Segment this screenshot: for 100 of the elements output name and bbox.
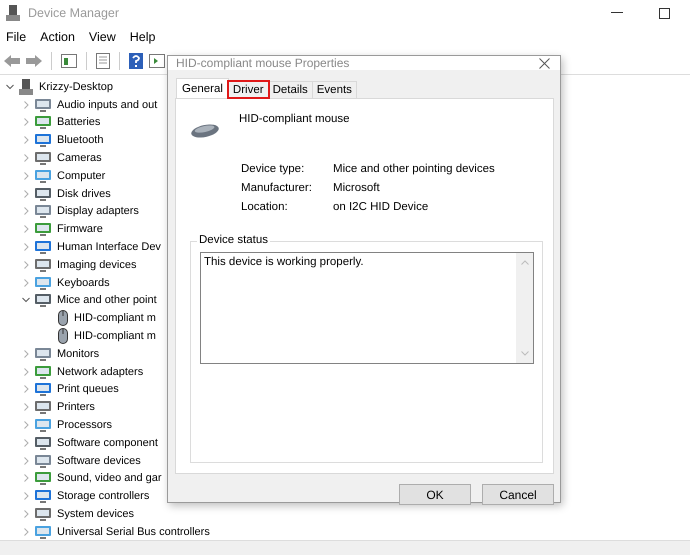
close-icon[interactable] [539,58,550,68]
device-icon [35,98,51,112]
tree-item[interactable]: Firmware [56,223,103,236]
device-icon [35,400,51,414]
device-icon [35,258,51,272]
device-icon [35,151,51,166]
expand-chevron-icon[interactable] [22,350,30,358]
expand-chevron-icon[interactable] [22,492,30,500]
computer-icon [19,78,33,95]
dialog-button[interactable]: OK [399,484,471,505]
expand-chevron-icon[interactable] [22,368,30,376]
expand-chevron-icon[interactable] [22,260,30,269]
device-name: HID-compliant mouse [239,113,350,125]
tree-item[interactable]: Audio inputs and out [56,98,158,111]
tree-item[interactable]: Keyboards [56,276,110,289]
expand-chevron-icon[interactable] [22,154,30,162]
panel-icon[interactable] [149,54,165,68]
computer-icon [6,5,20,21]
collapse-chevron-icon[interactable] [6,82,14,91]
tree-item[interactable]: Sound, video and gar [56,472,162,484]
tree-item[interactable]: Krizzy-Desktop [38,80,113,93]
expand-chevron-icon[interactable] [22,385,30,394]
field-label: Manufacturer: [241,182,313,194]
tree-item[interactable]: Human Interface Dev [56,241,161,254]
tree-item[interactable]: Cameras [56,152,102,164]
tree-item[interactable]: Display adapters [56,205,139,218]
tree-item[interactable]: Network adapters [56,366,144,378]
tab[interactable]: General [176,78,229,98]
dialog-button[interactable]: Cancel [482,484,554,505]
panel-icon[interactable] [61,54,77,68]
tree-item[interactable]: System devices [56,508,134,520]
expand-chevron-icon[interactable] [22,278,30,287]
expand-chevron-icon[interactable] [22,456,30,465]
device-icon [35,293,51,308]
device-icon [35,489,51,504]
device-icon [35,471,51,486]
device-icon [35,418,51,432]
scrollbar[interactable] [516,253,533,363]
tree-item[interactable]: HID-compliant m [73,330,156,342]
expand-chevron-icon[interactable] [22,510,30,518]
device-icon [35,382,51,396]
status-text: This device is working properly. [203,255,365,270]
field-value: Microsoft [333,182,380,194]
expand-chevron-icon[interactable] [22,403,30,412]
expand-chevron-icon[interactable] [22,172,30,180]
field-label: Device type: [241,163,306,175]
device-icon [35,168,51,183]
menu-item[interactable]: View [88,30,116,44]
tree-item[interactable]: Storage controllers [56,490,150,502]
tree-item[interactable]: Universal Serial Bus controllers [56,526,210,538]
maximize-icon[interactable] [659,8,670,18]
tree-item[interactable]: Computer [56,170,106,182]
expand-chevron-icon[interactable] [22,421,30,430]
tree-item[interactable]: Software devices [56,454,141,467]
device-icon [35,133,51,148]
expand-chevron-icon[interactable] [22,225,30,234]
back-arrow-icon[interactable] [4,54,20,68]
device-icon [35,454,51,468]
expand-chevron-icon[interactable] [22,207,30,216]
tab[interactable]: Events [312,81,357,98]
forward-arrow-icon[interactable] [26,54,42,68]
device-icon [35,115,51,130]
expand-chevron-icon[interactable] [22,136,30,144]
expand-chevron-icon[interactable] [22,474,30,482]
expand-chevron-icon[interactable] [22,243,30,252]
expand-chevron-icon[interactable] [22,100,30,109]
field-label: Location: [241,201,289,213]
tree-item[interactable]: Software component [56,436,158,449]
tree-item[interactable]: HID-compliant m [73,312,156,324]
scroll-down-icon[interactable] [520,351,528,356]
minimize-icon[interactable] [611,12,623,14]
field-value: on I2C HID Device [333,201,428,213]
field-value: Mice and other pointing devices [333,163,495,175]
tab[interactable]: Driver [228,81,269,98]
menu-item[interactable]: Action [40,30,75,44]
tree-item[interactable]: Mice and other point [56,294,157,306]
device-icon [35,436,51,450]
menu-item[interactable]: Help [130,30,156,44]
tree-item[interactable]: Printers [56,401,95,414]
scroll-up-icon[interactable] [520,260,528,265]
collapse-chevron-icon[interactable] [22,296,30,304]
group-title: Device status [197,234,270,246]
tree-item[interactable]: Print queues [56,383,119,396]
expand-chevron-icon[interactable] [22,190,30,198]
tree-item[interactable]: Bluetooth [56,134,104,146]
dialog-title: HID-compliant mouse Properties [176,56,350,70]
device-icon [35,240,51,254]
tree-item[interactable]: Batteries [56,116,100,128]
expand-chevron-icon[interactable] [22,528,30,536]
menu-item[interactable]: File [6,30,26,44]
device-icon [35,222,51,236]
tree-item[interactable]: Imaging devices [56,258,136,271]
tree-item[interactable]: Monitors [56,348,100,360]
tree-item[interactable]: Processors [56,419,112,432]
expand-chevron-icon[interactable] [22,438,30,447]
tree-item[interactable]: Disk drives [56,188,111,200]
list-icon[interactable] [96,53,110,69]
expand-chevron-icon[interactable] [22,118,30,126]
help-icon[interactable] [129,53,143,69]
device-icon [35,276,51,290]
